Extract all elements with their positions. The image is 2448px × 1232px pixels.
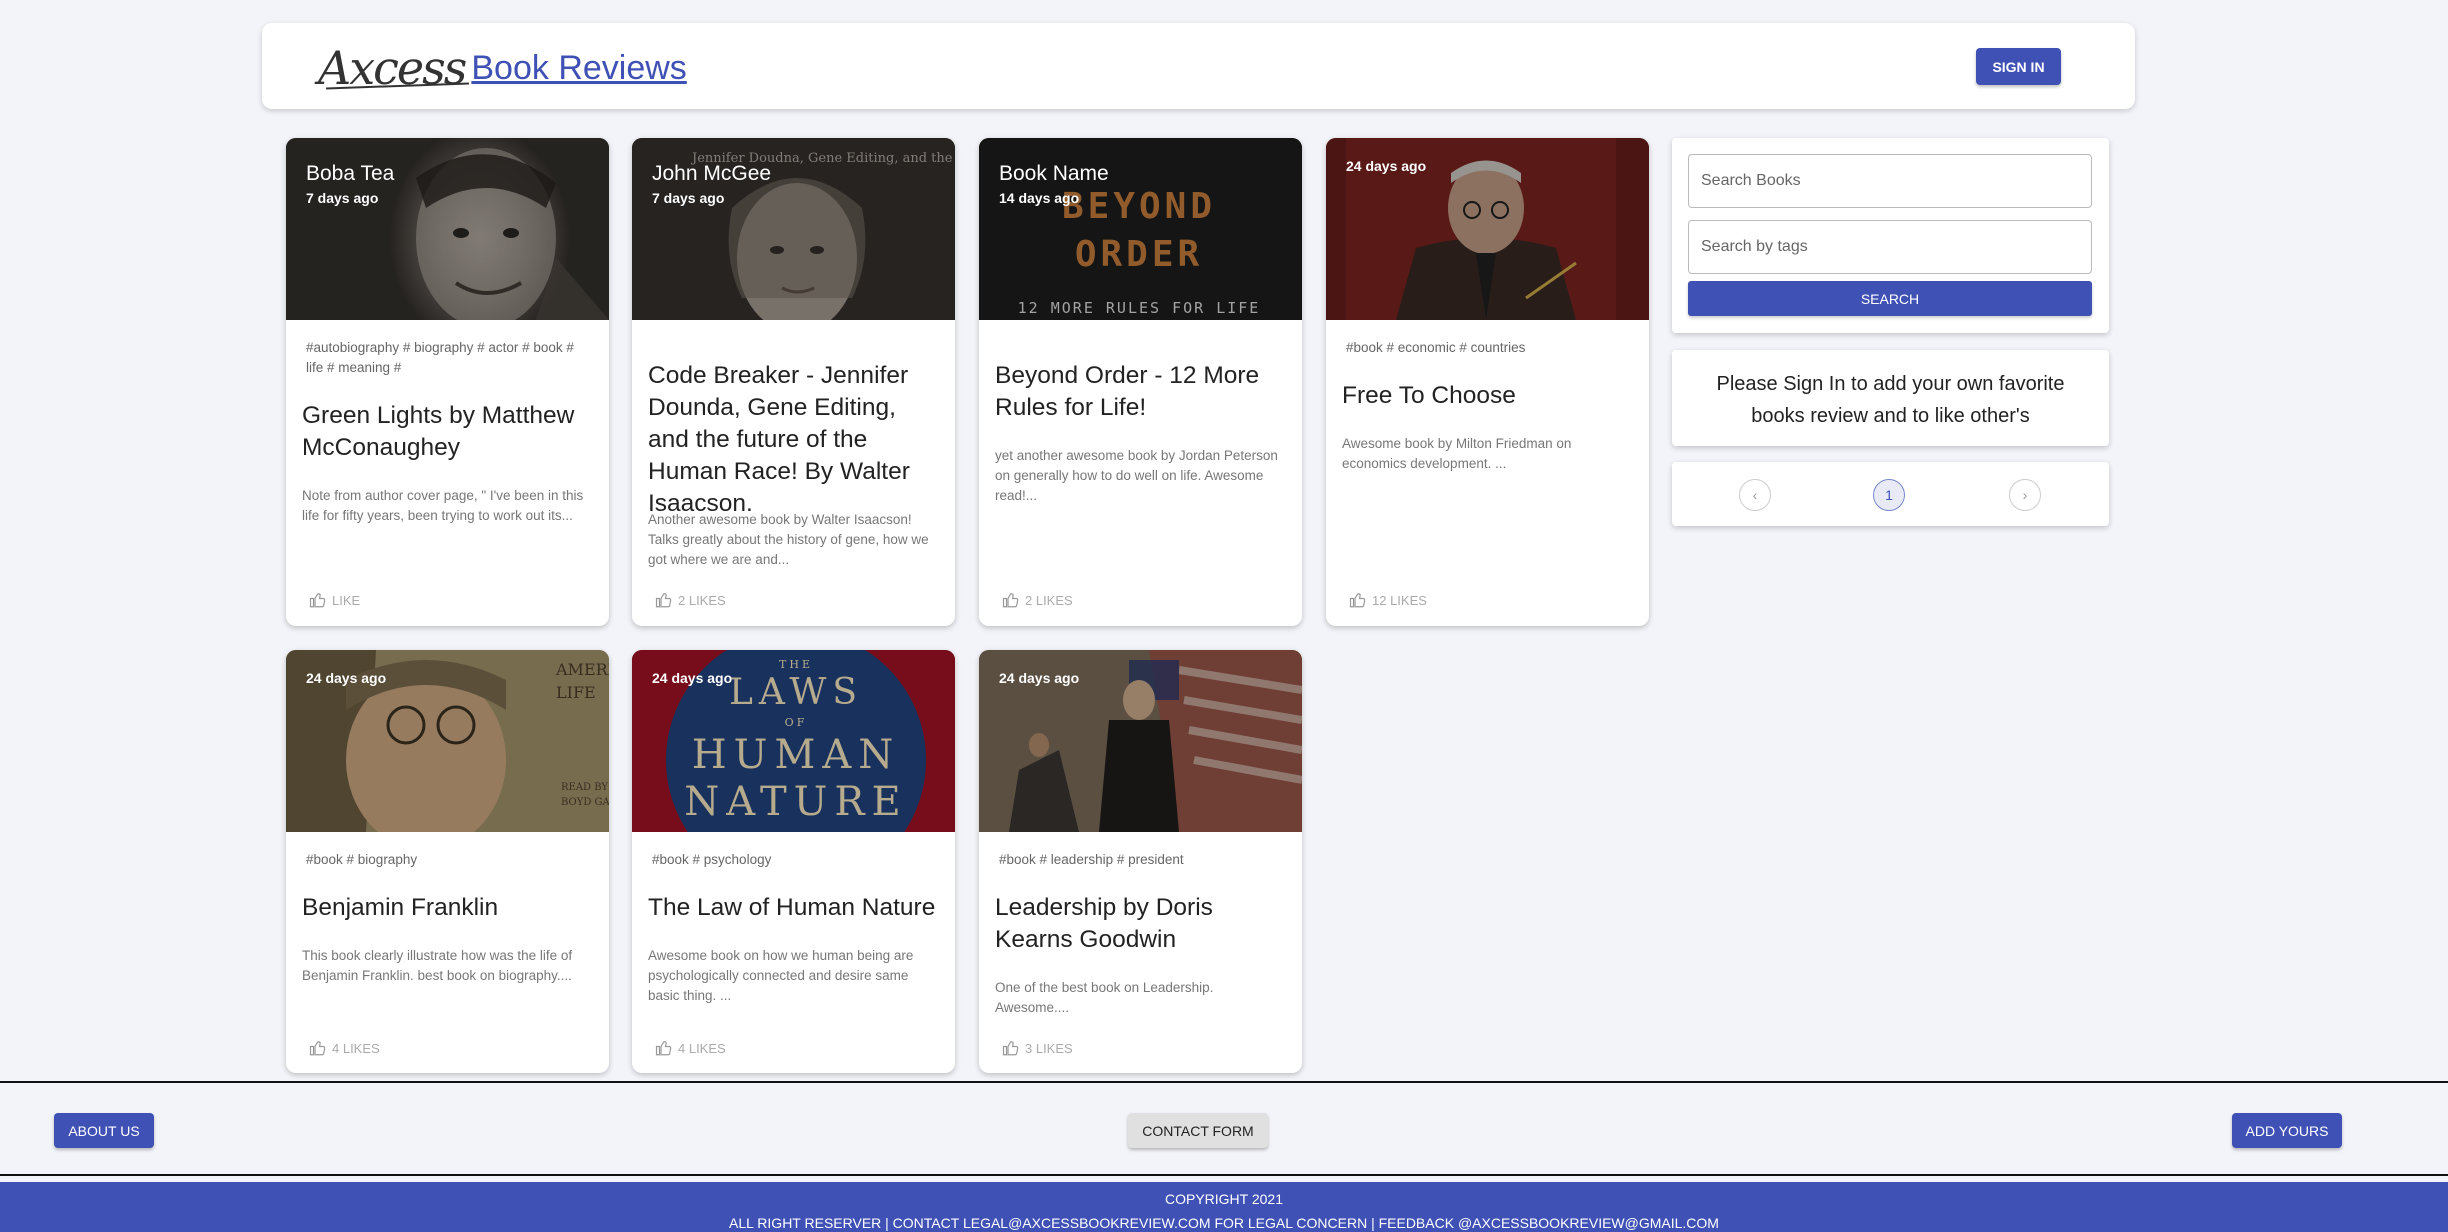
prev-page-button[interactable]: ‹ [1739, 479, 1771, 511]
legal-text: ALL RIGHT RESERVER | CONTACT LEGAL@AXCES… [729, 1215, 1719, 1231]
review-card[interactable]: BEYOND ORDER 12 MORE RULES FOR LIFE Book… [979, 138, 1302, 626]
card-title[interactable]: Green Lights by Matthew McConaughey [302, 400, 595, 464]
copyright-bar: COPYRIGHT 2021 ALL RIGHT RESERVER | CONT… [0, 1182, 2448, 1232]
card-title[interactable]: Leadership by Doris Kearns Goodwin [995, 892, 1288, 956]
logo-script: Axcess [318, 41, 467, 95]
card-date: 14 days ago [999, 190, 1080, 206]
card-image-beyond-order: BEYOND ORDER 12 MORE RULES FOR LIFE Book… [979, 138, 1302, 320]
like-label: 3 LIKES [1025, 1040, 1073, 1056]
like-label: LIKE [332, 592, 361, 608]
card-date: 7 days ago [306, 190, 379, 206]
card-description: Awesome book by Milton Friedman on econo… [1342, 436, 1572, 471]
thumb-up-icon [1002, 593, 1019, 608]
card-date: 7 days ago [652, 190, 725, 206]
search-panel: Search Books Search by tags SEARCH [1672, 138, 2109, 333]
thumb-up-icon [309, 593, 326, 608]
card-description: Note from author cover page, " I've been… [302, 488, 584, 523]
pagination-panel: ‹ 1 › [1672, 462, 2109, 526]
site-title-link[interactable]: Book Reviews [471, 51, 686, 85]
review-card[interactable]: AMERICAN LIFE READ BY BOYD GAINES 24 day… [286, 650, 609, 1073]
signin-message-panel: Please Sign In to add your own favorite … [1672, 350, 2109, 446]
card-tags: #book # psychology [652, 852, 772, 867]
card-description: Another awesome book by Walter Isaacson!… [648, 512, 929, 567]
card-image-code-breaker: Jennifer Doudna, Gene Editing, and the F… [632, 138, 955, 320]
review-card[interactable]: THE LAWS OF HUMAN NATURE 24 days ago #bo… [632, 650, 955, 1073]
card-description: This book clearly illustrate how was the… [302, 948, 573, 983]
like-button[interactable]: 2 LIKES [1001, 591, 1073, 609]
card-image-free-to-choose: 24 days ago [1326, 138, 1649, 320]
thumb-up-icon [1002, 1041, 1019, 1056]
card-date: 24 days ago [1346, 158, 1427, 174]
footer-actions: ABOUT US CONTACT FORM ADD YOURS [0, 1081, 2448, 1176]
search-button[interactable]: SEARCH [1688, 281, 2092, 316]
like-label: 2 LIKES [678, 592, 726, 608]
review-card[interactable]: Jennifer Doudna, Gene Editing, and the F… [632, 138, 955, 626]
card-tags: #book # biography [306, 852, 418, 867]
card-author: Boba Tea [306, 162, 395, 185]
like-label: 12 LIKES [1372, 592, 1427, 608]
search-books-input[interactable]: Search Books [1688, 154, 2092, 208]
review-card[interactable]: 24 days ago #book # economic # countries… [1326, 138, 1649, 626]
review-card[interactable]: 24 days ago #book # leadership # preside… [979, 650, 1302, 1073]
sign-in-button[interactable]: SIGN IN [1976, 48, 2061, 85]
contact-form-button[interactable]: CONTACT FORM [1128, 1113, 1268, 1148]
card-title[interactable]: Benjamin Franklin [302, 892, 595, 924]
about-us-button[interactable]: ABOUT US [54, 1113, 154, 1148]
add-yours-button[interactable]: ADD YOURS [2232, 1113, 2342, 1148]
card-description: yet another awesome book by Jordan Peter… [995, 448, 1278, 503]
card-title[interactable]: Free To Choose [1342, 380, 1635, 412]
card-description: One of the best book on Leadership. Awes… [995, 980, 1214, 1015]
like-label: 2 LIKES [1025, 592, 1073, 608]
card-title[interactable]: Beyond Order - 12 More Rules for Life! [995, 360, 1288, 424]
next-page-button[interactable]: › [2009, 479, 2041, 511]
current-page-button[interactable]: 1 [1873, 479, 1905, 511]
card-title[interactable]: Code Breaker - Jennifer Dounda, Gene Edi… [648, 360, 941, 520]
card-image-green-lights: Boba Tea 7 days ago [286, 138, 609, 320]
like-button[interactable]: 3 LIKES [1001, 1039, 1073, 1057]
card-image-benjamin-franklin: AMERICAN LIFE READ BY BOYD GAINES 24 day… [286, 650, 609, 832]
thumb-up-icon [309, 1041, 326, 1056]
card-author: Book Name [999, 162, 1109, 185]
copyright-text: COPYRIGHT 2021 [1164, 1191, 1283, 1207]
like-label: 4 LIKES [332, 1040, 380, 1056]
review-card[interactable]: Boba Tea 7 days ago #autobiography # bio… [286, 138, 609, 626]
card-tags: #book # economic # countries [1346, 340, 1526, 355]
card-description: Awesome book on how we human being are p… [648, 948, 914, 1003]
like-button[interactable]: 12 LIKES [1348, 591, 1427, 609]
card-image-laws-human-nature: THE LAWS OF HUMAN NATURE 24 days ago [632, 650, 955, 832]
card-date: 24 days ago [652, 670, 733, 686]
thumb-up-icon [655, 593, 672, 608]
card-author: John McGee [652, 162, 772, 185]
logo[interactable]: Axcess Book Reviews [318, 41, 687, 91]
card-date: 24 days ago [999, 670, 1080, 686]
signin-message: Please Sign In to add your own favorite … [1716, 373, 2065, 427]
card-date: 24 days ago [306, 670, 387, 686]
like-button[interactable]: 4 LIKES [654, 1039, 726, 1057]
card-image-leadership: 24 days ago [979, 650, 1302, 832]
like-button[interactable]: 2 LIKES [654, 591, 726, 609]
thumb-up-icon [655, 1041, 672, 1056]
thumb-up-icon [1349, 593, 1366, 608]
like-button[interactable]: 4 LIKES [308, 1039, 380, 1057]
card-tags: #book # leadership # president [999, 852, 1184, 867]
card-tags: #autobiography # biography # actor # boo… [306, 340, 574, 375]
search-tags-input[interactable]: Search by tags [1688, 220, 2092, 274]
like-label: 4 LIKES [678, 1040, 726, 1056]
like-button[interactable]: LIKE [308, 591, 360, 609]
app-header: Axcess Book Reviews SIGN IN [262, 23, 2135, 109]
card-title[interactable]: The Law of Human Nature [648, 892, 941, 924]
